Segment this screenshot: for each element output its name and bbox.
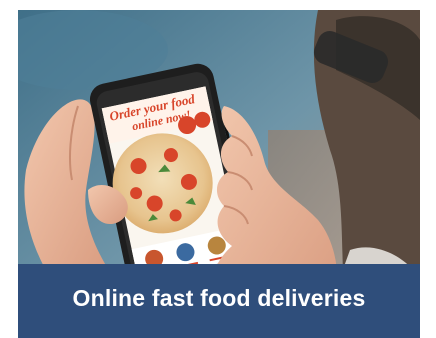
caption-banner: Online fast food deliveries: [18, 264, 420, 338]
caption-title: Online fast food deliveries: [72, 284, 366, 311]
